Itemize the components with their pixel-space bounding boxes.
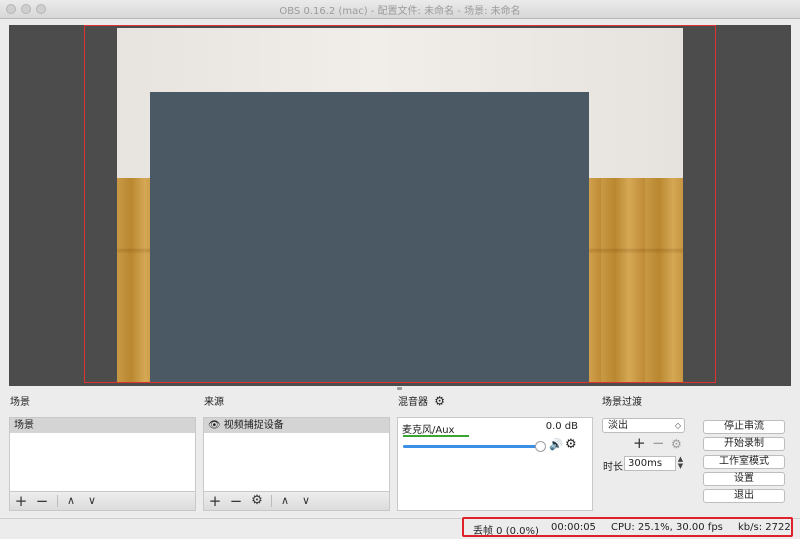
volume-slider-knob[interactable] (535, 441, 546, 452)
transitions-dock-title: 场景过渡 (602, 397, 642, 408)
source-properties-gear-icon[interactable]: ⚙ (248, 492, 266, 510)
studio-mode-button[interactable]: 工作室模式 (703, 455, 785, 469)
add-source-button[interactable]: + (206, 492, 224, 510)
scenes-toolbar: + − ∧ ∨ (9, 492, 196, 511)
mixer-channel-name: 麦克风/Aux (402, 425, 455, 436)
transition-select[interactable]: 淡出 ◇ (602, 418, 685, 433)
channel-gear-icon[interactable]: ⚙ (565, 437, 577, 452)
scenes-dock-title: 场景 (10, 397, 30, 408)
chevron-updown-icon: ◇ (674, 421, 681, 430)
video-source-overlay[interactable] (150, 92, 589, 383)
volume-slider-fill (403, 445, 541, 448)
duration-input[interactable]: 300ms (624, 456, 676, 471)
stepper-down-icon[interactable]: ▼ (676, 463, 685, 470)
toolbar-separator (271, 495, 272, 507)
duration-label: 时长 (603, 462, 623, 473)
exit-button[interactable]: 退出 (703, 489, 785, 503)
scene-down-button[interactable]: ∨ (83, 492, 101, 510)
scene-canvas (117, 28, 683, 383)
audio-mixer: 麦克风/Aux 0.0 dB 🔊 ⚙ (397, 417, 593, 511)
remove-scene-button[interactable]: − (33, 492, 51, 510)
scene-up-button[interactable]: ∧ (62, 492, 80, 510)
preview-area[interactable] (9, 25, 791, 386)
status-highlight-box (462, 517, 793, 537)
source-up-button[interactable]: ∧ (276, 492, 294, 510)
transition-gear-icon[interactable]: ⚙ (671, 437, 682, 451)
mixer-title-label: 混音器 (398, 397, 428, 408)
dock-splitter-handle[interactable] (397, 387, 402, 390)
window-title: OBS 0.16.2 (mac) - 配置文件: 未命名 - 场景: 未命名 (279, 6, 521, 17)
remove-transition-button[interactable]: − (652, 434, 665, 452)
sources-toolbar: + − ⚙ ∧ ∨ (203, 492, 390, 511)
source-down-button[interactable]: ∨ (297, 492, 315, 510)
mixer-dock-title: 混音器 ⚙ (398, 393, 445, 408)
scene-item[interactable]: 场景 (10, 418, 195, 433)
scenes-list[interactable]: 场景 (9, 417, 196, 492)
eye-icon[interactable]: 👁 (208, 418, 221, 433)
mixer-channel-level: 0.0 dB (545, 421, 578, 432)
title-bar: OBS 0.16.2 (mac) - 配置文件: 未命名 - 场景: 未命名 (0, 0, 800, 19)
start-recording-button[interactable]: 开始录制 (703, 437, 785, 451)
transition-select-value: 淡出 (608, 420, 628, 431)
source-item[interactable]: 👁 视频捕捉设备 (204, 418, 389, 433)
duration-stepper[interactable]: ▲ ▼ (676, 456, 685, 471)
speaker-icon[interactable]: 🔊 (549, 438, 563, 451)
mixer-gear-icon[interactable]: ⚙ (434, 394, 445, 408)
volume-slider[interactable] (403, 441, 546, 452)
add-transition-button[interactable]: + (633, 434, 646, 452)
add-scene-button[interactable]: + (12, 492, 30, 510)
toolbar-separator (57, 495, 58, 507)
remove-source-button[interactable]: − (227, 492, 245, 510)
settings-button[interactable]: 设置 (703, 472, 785, 486)
audio-level-meter (403, 435, 470, 437)
sources-dock-title: 来源 (204, 397, 224, 408)
stop-stream-button[interactable]: 停止串流 (703, 420, 785, 434)
sources-list[interactable]: 👁 视频捕捉设备 (203, 417, 390, 492)
source-item-label: 视频捕捉设备 (223, 420, 284, 431)
